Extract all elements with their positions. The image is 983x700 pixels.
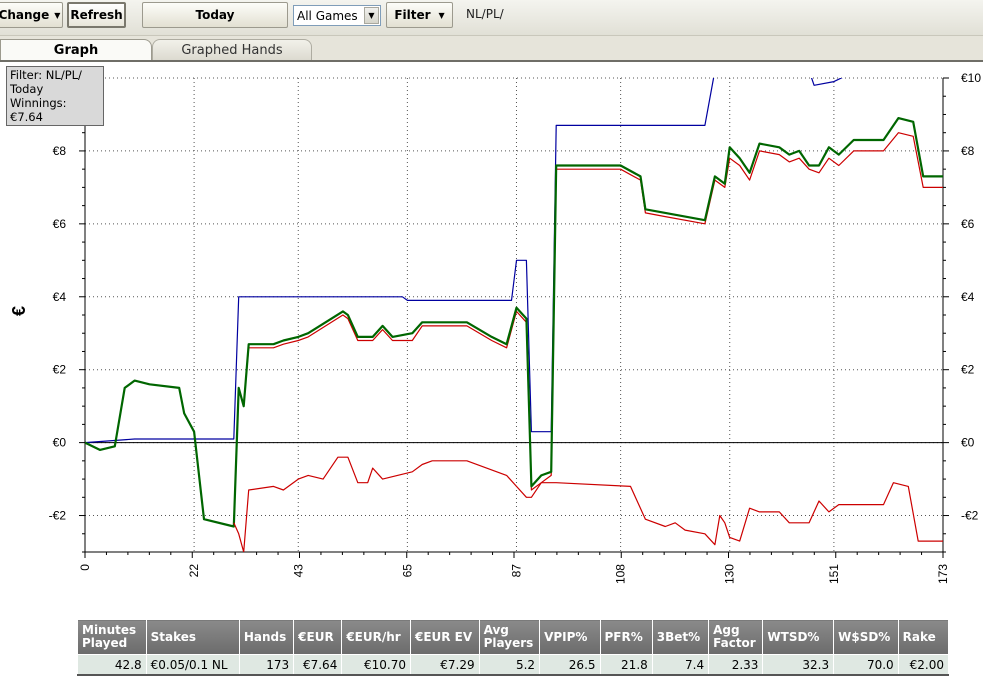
cell-rake: €2.00 [897, 654, 950, 676]
change-label: Change [0, 8, 50, 22]
x-tick-label: 65 [400, 564, 414, 578]
stats-header-row: Minutes Played Stakes Hands €EUR €EUR/hr… [77, 619, 950, 655]
change-button[interactable]: Change ▼ [0, 2, 63, 28]
y-tick-label-left: €0 [53, 436, 67, 450]
y-tick-label-left: €2 [53, 363, 67, 377]
col-eur[interactable]: €EUR [293, 619, 343, 655]
col-wtsd[interactable]: WTSD% [762, 619, 835, 655]
y-tick-label-right: €10 [961, 71, 981, 85]
y-tick-label-left: €6 [53, 217, 67, 231]
series-line-0 [85, 78, 843, 444]
cell-eur-hr: €10.70 [341, 654, 411, 676]
x-tick-label: 173 [936, 564, 950, 584]
cell-eur: €7.64 [293, 654, 343, 676]
dropdown-arrow-icon: ▼ [438, 10, 445, 20]
col-avg-players[interactable]: Avg Players [478, 619, 541, 655]
y-tick-label-left: €4 [53, 290, 67, 304]
col-stakes[interactable]: Stakes [145, 619, 240, 655]
filter-button[interactable]: Filter ▼ [386, 2, 453, 28]
dropdown-arrow-icon: ▼ [54, 10, 61, 20]
y-tick-label-right: €0 [961, 436, 975, 450]
col-pfr[interactable]: PFR% [599, 619, 653, 655]
y-tick-label-right: €4 [961, 290, 975, 304]
chevron-down-icon[interactable]: ▼ [364, 7, 379, 24]
y-tick-label-right: €8 [961, 144, 975, 158]
tab-graphed-hands[interactable]: Graphed Hands [152, 39, 312, 60]
info-winnings: Winnings: €7.64 [10, 96, 67, 124]
info-filter: Filter: NL/PL/ [10, 68, 82, 82]
active-filter-text: NL/PL/ [466, 7, 504, 21]
x-tick-label: 108 [614, 564, 628, 584]
col-wsd[interactable]: W$SD% [833, 619, 899, 655]
winnings-chart: -€2-€2€0€0€2€2€4€4€6€6€8€8€10€1002243658… [0, 62, 983, 611]
cell-wtsd: 32.3 [762, 654, 835, 676]
info-period: Today [10, 82, 44, 96]
today-button[interactable]: Today [142, 2, 288, 28]
cell-eur-ev: €7.29 [409, 654, 480, 676]
tab-graph[interactable]: Graph [0, 39, 152, 60]
cell-avg-players: 5.2 [478, 654, 541, 676]
stats-table: Minutes Played Stakes Hands €EUR €EUR/hr… [77, 619, 950, 676]
cell-wsd: 70.0 [833, 654, 899, 676]
y-tick-label-right: €2 [961, 363, 975, 377]
x-tick-label: 151 [827, 564, 841, 584]
games-select-value: All Games [297, 8, 358, 23]
refresh-button[interactable]: Refresh [67, 2, 126, 28]
x-tick-label: 0 [78, 564, 92, 571]
cell-minutes-played: 42.8 [77, 654, 147, 676]
chart-svg: -€2-€2€0€0€2€2€4€4€6€6€8€8€10€1002243658… [9, 71, 981, 584]
x-tick-label: 43 [291, 564, 305, 578]
cell-pfr: 21.8 [599, 654, 653, 676]
y-tick-label-left: -€2 [49, 509, 67, 523]
cell-3bet: 7.4 [651, 654, 710, 676]
col-rake[interactable]: Rake [897, 619, 950, 655]
col-vpip[interactable]: VPIP% [539, 619, 601, 655]
cell-stakes: €0.05/0.1 NL [145, 654, 240, 676]
games-select[interactable]: All Games ▼ [293, 5, 381, 26]
col-minutes-played[interactable]: Minutes Played [77, 619, 147, 655]
y-tick-label-right: -€2 [961, 509, 979, 523]
tab-bar: Graphed Hands Graph [0, 36, 983, 62]
y-axis-label: € [9, 306, 29, 316]
x-tick-label: 22 [187, 564, 201, 578]
stats-row[interactable]: 42.8 €0.05/0.1 NL 173 €7.64 €10.70 €7.29… [77, 654, 950, 676]
x-tick-label: 130 [723, 564, 737, 584]
y-tick-label-left: €8 [53, 144, 67, 158]
cell-agg-factor: 2.33 [708, 654, 764, 676]
series-line-1 [85, 132, 943, 528]
cell-vpip: 26.5 [539, 654, 601, 676]
series-line-3 [233, 456, 943, 552]
cell-hands: 173 [238, 654, 295, 676]
filter-label: Filter [394, 8, 431, 22]
col-agg-factor[interactable]: Agg Factor [708, 619, 764, 655]
col-3bet[interactable]: 3Bet% [651, 619, 710, 655]
col-eur-ev[interactable]: €EUR EV [409, 619, 480, 655]
y-tick-label-right: €6 [961, 217, 975, 231]
x-tick-label: 87 [509, 564, 523, 578]
chart-info-box: Filter: NL/PL/ Today Winnings: €7.64 [6, 66, 104, 126]
col-eur-hr[interactable]: €EUR/hr [341, 619, 411, 655]
col-hands[interactable]: Hands [238, 619, 295, 655]
toolbar: Change ▼ Refresh Today All Games ▼ Filte… [0, 0, 983, 36]
